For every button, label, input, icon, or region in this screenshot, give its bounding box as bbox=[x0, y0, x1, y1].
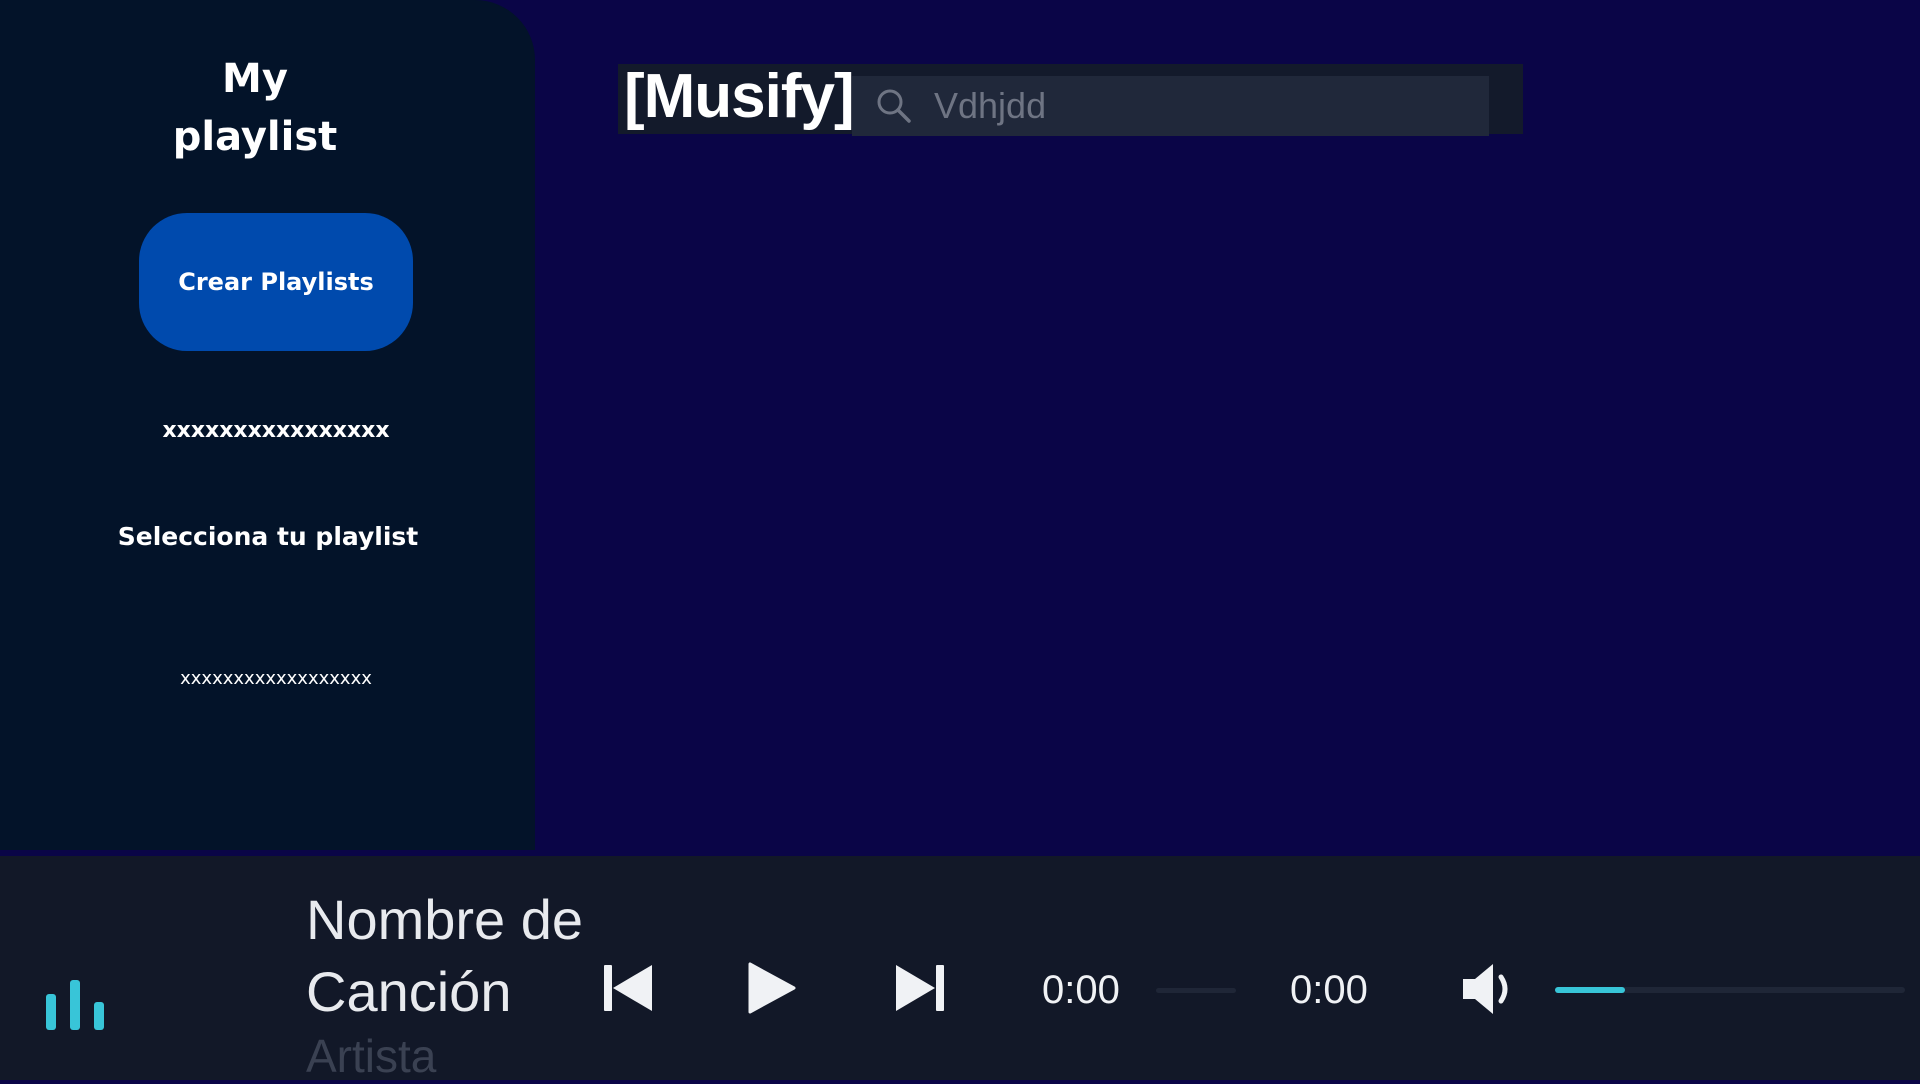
volume-level bbox=[1555, 987, 1625, 993]
artist-name: Artista bbox=[306, 1030, 437, 1082]
previous-icon bbox=[604, 965, 652, 1011]
song-title: Nombre de Canción bbox=[306, 888, 584, 1023]
equalizer-icon[interactable] bbox=[44, 978, 106, 1030]
total-time: 0:00 bbox=[1290, 968, 1368, 1012]
play-button[interactable] bbox=[744, 960, 800, 1016]
seek-bar[interactable] bbox=[1156, 988, 1236, 993]
volume-icon[interactable] bbox=[1460, 960, 1518, 1018]
search-input[interactable] bbox=[932, 78, 1452, 134]
current-time: 0:00 bbox=[1042, 968, 1120, 1012]
app-logo[interactable]: [Musify] bbox=[624, 61, 855, 133]
sidebar-placeholder-text: xxxxxxxxxxxxxxxx bbox=[162, 418, 390, 443]
sidebar: My playlist Crear Playlists xxxxxxxxxxxx… bbox=[0, 0, 535, 850]
playlist-item[interactable]: xxxxxxxxxxxxxxxxxx bbox=[0, 668, 552, 689]
create-playlist-button[interactable]: Crear Playlists bbox=[139, 213, 413, 351]
search-bar[interactable] bbox=[852, 76, 1489, 136]
search-icon[interactable] bbox=[874, 86, 914, 126]
play-icon bbox=[748, 962, 796, 1014]
sidebar-title: My playlist bbox=[0, 50, 510, 166]
sidebar-title-line-2: playlist bbox=[172, 114, 338, 160]
sidebar-title-line-1: My bbox=[222, 56, 288, 102]
previous-button[interactable] bbox=[600, 960, 656, 1016]
next-button[interactable] bbox=[892, 960, 948, 1016]
player-bar bbox=[0, 856, 1920, 1080]
next-icon bbox=[896, 965, 944, 1011]
select-playlist-label[interactable]: Selecciona tu playlist bbox=[0, 522, 544, 551]
volume-slider[interactable] bbox=[1555, 987, 1905, 993]
